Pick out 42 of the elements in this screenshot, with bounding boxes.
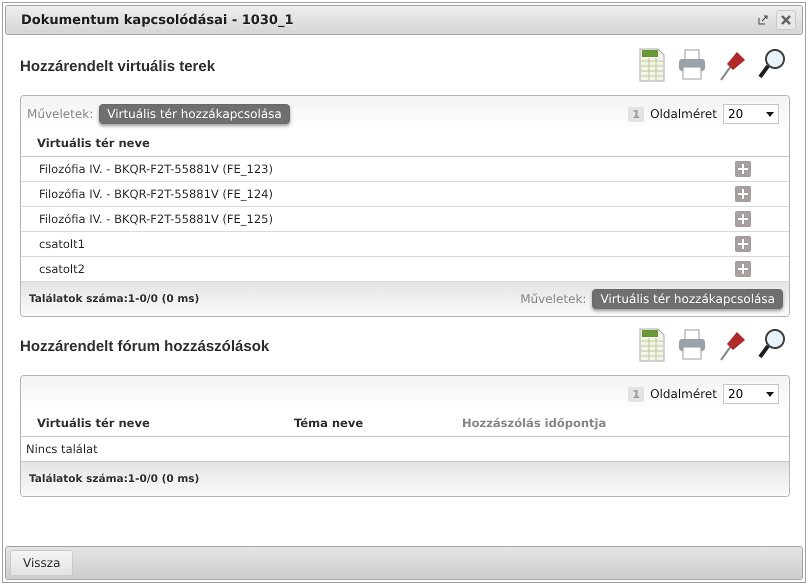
column-header[interactable]: Virtuális tér neve (37, 416, 294, 430)
table-cell: Filozófia IV. - BKQR-F2T-55881V (FE_123) (39, 162, 273, 176)
actions-label: Műveletek: (520, 292, 586, 306)
section-title: Hozzárendelt virtuális terek (20, 58, 216, 74)
column-header[interactable]: Téma neve (294, 416, 462, 430)
table-cell: Filozófia IV. - BKQR-F2T-55881V (FE_124) (39, 187, 273, 201)
popout-icon[interactable] (758, 15, 768, 25)
attach-button[interactable]: Virtuális tér hozzákapcsolása (592, 289, 783, 309)
page-size-label: Oldalméret (650, 107, 717, 121)
page-size-select[interactable]: 20 (723, 384, 779, 404)
close-button[interactable] (776, 10, 796, 30)
plus-icon (738, 214, 748, 224)
add-button[interactable] (735, 186, 751, 202)
add-button[interactable] (735, 211, 751, 227)
add-button[interactable] (735, 236, 751, 252)
spreadsheet-icon (638, 47, 666, 83)
close-icon (781, 15, 791, 25)
spreadsheet-icon (638, 327, 666, 363)
table-cell: csatolt1 (39, 237, 85, 251)
add-button[interactable] (735, 161, 751, 177)
window-title: Dokumentum kapcsolódásai - 1030_1 (21, 12, 294, 28)
caret-icon (766, 392, 774, 396)
plus-icon (738, 164, 748, 174)
table-cell: Filozófia IV. - BKQR-F2T-55881V (FE_125) (39, 212, 273, 226)
page-size-label: Oldalméret (650, 387, 717, 401)
page-size-select[interactable]: 20 (723, 104, 779, 124)
column-header[interactable]: Virtuális tér neve (37, 136, 150, 150)
caret-icon (766, 112, 774, 116)
back-button[interactable]: Vissza (10, 550, 74, 576)
plus-icon (738, 189, 748, 199)
table-cell: csatolt2 (39, 262, 85, 276)
section-title: Hozzárendelt fórum hozzászólások (20, 338, 270, 354)
plus-icon (738, 239, 748, 249)
column-header[interactable]: Hozzászólás időpontja (462, 416, 662, 430)
add-button[interactable] (735, 261, 751, 277)
printer-icon (677, 48, 707, 82)
result-count: Találatok száma:1-0/0 (0 ms) (29, 293, 200, 305)
actions-label: Műveletek: (27, 107, 94, 121)
printer-icon (677, 328, 707, 362)
plus-icon (738, 264, 748, 274)
attach-button[interactable]: Virtuális tér hozzákapcsolása (99, 104, 290, 124)
result-count: Találatok száma:1-0/0 (0 ms) (29, 473, 200, 485)
